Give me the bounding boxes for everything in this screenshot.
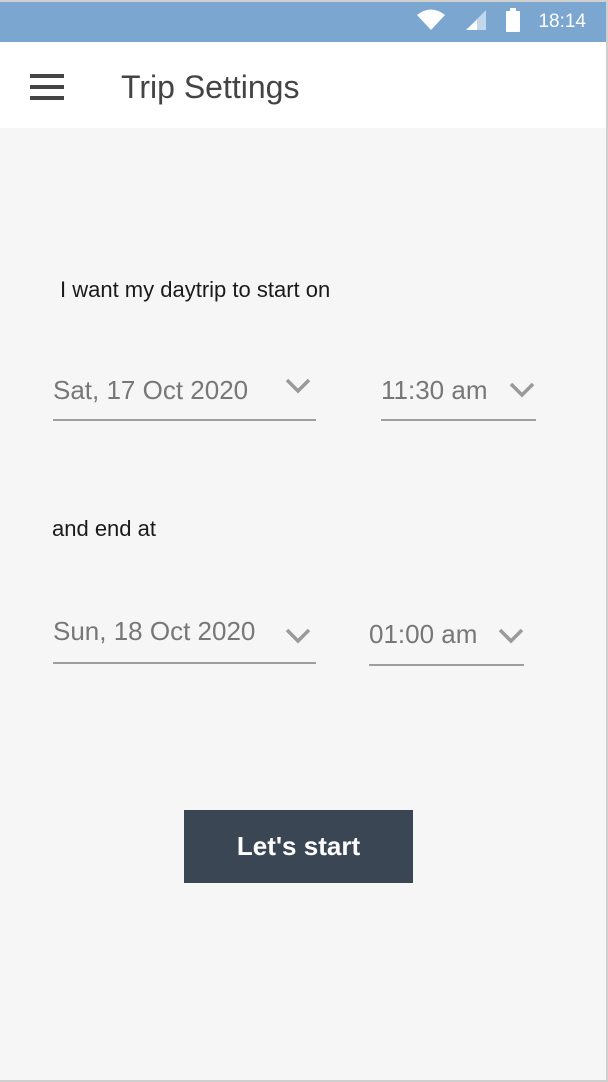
status-bar: 18:14 [0, 0, 606, 42]
start-date-picker[interactable]: Sat, 17 Oct 2020 [53, 368, 316, 421]
chevron-down-icon [285, 378, 311, 394]
end-time-picker[interactable]: 01:00 am [369, 612, 524, 666]
page-title: Trip Settings [121, 69, 300, 105]
wifi-icon [416, 9, 446, 36]
hamburger-menu-icon[interactable] [30, 74, 64, 100]
lets-start-button[interactable]: Let's start [184, 810, 413, 883]
start-prompt: I want my daytrip to start on [60, 277, 331, 302]
chevron-down-icon [498, 628, 524, 644]
battery-icon [506, 7, 521, 37]
start-date-value: Sat, 17 Oct 2020 [53, 375, 249, 405]
chevron-down-icon [285, 628, 311, 644]
status-time: 18:14 [538, 11, 586, 32]
end-time-value: 01:00 am [369, 619, 478, 649]
end-prompt: and end at [52, 516, 156, 541]
app-bar: Trip Settings [0, 42, 606, 128]
signal-icon [464, 9, 488, 36]
status-icons: 18:14 [416, 2, 586, 42]
start-time-value: 11:30 am [381, 375, 488, 405]
chevron-down-icon [509, 382, 535, 398]
start-time-picker[interactable]: 11:30 am [381, 368, 536, 421]
end-date-value: Sun, 18 Oct 2020 [53, 616, 256, 646]
end-date-picker[interactable]: Sun, 18 Oct 2020 [53, 612, 316, 664]
